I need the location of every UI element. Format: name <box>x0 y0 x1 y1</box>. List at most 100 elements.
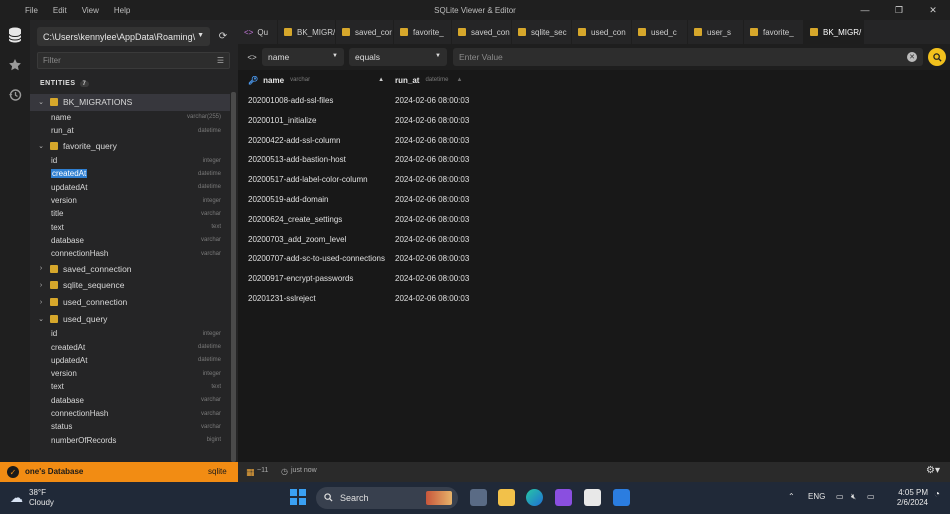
connection-select[interactable]: C:\Users\kennylee\AppData\Roaming\ ▼ <box>37 27 210 46</box>
sqlite-viewer-icon[interactable] <box>613 489 630 506</box>
file-explorer-icon[interactable] <box>498 489 515 506</box>
tab-table[interactable]: favorite_ <box>394 20 452 44</box>
gear-icon[interactable]: ⚙▾ <box>926 465 940 476</box>
cell-run-at[interactable]: 2024-02-06 08:00:03 <box>395 294 469 303</box>
sort-asc-icon[interactable]: ▲ <box>378 77 384 83</box>
close-window-button[interactable]: ✕ <box>916 0 950 20</box>
tab-table[interactable]: user_s <box>688 20 744 44</box>
column-header-name[interactable]: 🔑︎ name varchar ▲ <box>248 70 384 90</box>
taskbar-search[interactable]: Search <box>316 487 458 509</box>
chevron-down-icon[interactable]: ⌄ <box>36 98 46 106</box>
tree-column-item[interactable]: id integer <box>30 327 230 340</box>
tree-column-item[interactable]: version integer <box>30 194 230 207</box>
tree-column-item[interactable]: createdAt datetime <box>30 340 230 353</box>
filter-icon[interactable]: ☰ <box>217 56 224 65</box>
cell-name[interactable]: 20200101_initialize <box>248 116 317 125</box>
tab-table[interactable]: favorite_ <box>744 20 804 44</box>
tab-query[interactable]: <> Qu <box>238 20 278 44</box>
battery-icon[interactable]: ▭ <box>867 492 875 501</box>
restore-button[interactable]: ❐ <box>882 0 916 20</box>
clear-icon[interactable]: ✕ <box>907 52 917 62</box>
tree-column-item[interactable]: name varchar(255) <box>30 111 230 124</box>
table-row[interactable]: 202001008-add-ssl-files 2024-02-06 08:00:… <box>238 91 950 111</box>
chevron-right-icon[interactable]: › <box>36 282 46 289</box>
chevron-right-icon[interactable]: › <box>36 265 46 272</box>
tree-column-item[interactable]: numberOfRecords bigint <box>30 433 230 446</box>
task-view-icon[interactable] <box>470 489 487 506</box>
windows-start-icon[interactable] <box>290 489 306 505</box>
cell-name[interactable]: 20200422-add-ssl-column <box>248 136 341 145</box>
tree-column-item[interactable]: text text <box>30 380 230 393</box>
tree-column-item[interactable]: updatedAt datetime <box>30 354 230 367</box>
filter-input[interactable]: Filter ☰ <box>37 52 230 69</box>
tree-column-item[interactable]: id integer <box>30 154 230 167</box>
menu-view[interactable]: View <box>82 6 99 15</box>
chevron-down-icon[interactable]: ⌄ <box>36 315 46 323</box>
tree-table-item[interactable]: › used_connection <box>30 294 230 311</box>
tree-column-item[interactable]: database varchar <box>30 234 230 247</box>
column-header-run-at[interactable]: run_at datetime ▲ <box>395 70 462 90</box>
cell-run-at[interactable]: 2024-02-06 08:00:03 <box>395 116 469 125</box>
store-icon[interactable] <box>584 489 601 506</box>
tree-table-item[interactable]: ⌄ favorite_query <box>30 137 230 154</box>
cell-run-at[interactable]: 2024-02-06 08:00:03 <box>395 155 469 164</box>
operator-select[interactable]: equals ▼ <box>349 48 447 66</box>
cell-run-at[interactable]: 2024-02-06 08:00:03 <box>395 175 469 184</box>
cell-name[interactable]: 20200624_create_settings <box>248 215 342 224</box>
tree-column-item[interactable]: text text <box>30 220 230 233</box>
filter-value-input[interactable]: Enter Value ✕ <box>453 48 923 66</box>
chevron-down-icon[interactable]: ⌄ <box>36 142 46 150</box>
cell-run-at[interactable]: 2024-02-06 08:00:03 <box>395 215 469 224</box>
table-row[interactable]: 20200703_add_zoom_level 2024-02-06 08:00:… <box>238 230 950 250</box>
cell-name[interactable]: 20200707-add-sc-to-used-connections <box>248 254 385 263</box>
star-icon[interactable] <box>0 50 30 80</box>
minimize-button[interactable]: — <box>848 0 882 20</box>
table-row[interactable]: 20200917-encrypt-passwords 2024-02-06 08:… <box>238 269 950 289</box>
taskbar-clock[interactable]: 4:05 PM 2/6/2024 <box>888 488 928 508</box>
cell-name[interactable]: 20200513-add-bastion-host <box>248 155 346 164</box>
cell-name[interactable]: 20201231-sslreject <box>248 294 316 303</box>
refresh-icon[interactable]: ⟳ <box>216 29 230 43</box>
tree-table-item[interactable]: › sqlite_sequence <box>30 277 230 294</box>
tab-table[interactable]: used_c <box>632 20 688 44</box>
code-toggle-icon[interactable]: <> <box>245 50 259 64</box>
visual-studio-icon[interactable] <box>555 489 572 506</box>
status-connection[interactable]: ✓ one's Database sqlite <box>0 462 238 482</box>
menu-help[interactable]: Help <box>114 6 130 15</box>
chevron-up-icon[interactable]: ⌃ <box>788 492 795 501</box>
chevron-right-icon[interactable]: › <box>36 299 46 306</box>
tree-table-item[interactable]: ⌄ BK_MIGRATIONS <box>30 94 230 111</box>
cell-name[interactable]: 202001008-add-ssl-files <box>248 96 333 105</box>
sort-asc-icon[interactable]: ▲ <box>456 77 462 83</box>
table-row[interactable]: 20200519-add-domain 2024-02-06 08:00:03 <box>238 190 950 210</box>
tab-table[interactable]: BK_MIGR/✕ <box>804 20 864 44</box>
history-icon[interactable] <box>0 80 30 110</box>
search-button[interactable] <box>928 48 946 66</box>
menu-edit[interactable]: Edit <box>53 6 67 15</box>
table-row[interactable]: 20201231-sslreject 2024-02-06 08:00:03 <box>238 289 950 309</box>
tab-table[interactable]: saved_con <box>452 20 512 44</box>
network-icon[interactable]: ▭ <box>836 492 844 501</box>
tree-column-item[interactable]: connectionHash varchar <box>30 247 230 260</box>
tab-table[interactable]: sqlite_sec <box>512 20 572 44</box>
tab-table[interactable]: used_con <box>572 20 632 44</box>
tab-table[interactable]: BK_MIGR/ <box>278 20 336 44</box>
tree-table-item[interactable]: › saved_connection <box>30 260 230 277</box>
database-icon[interactable] <box>0 20 30 50</box>
cell-name[interactable]: 20200703_add_zoom_level <box>248 235 346 244</box>
tree-column-item[interactable]: run_at datetime <box>30 124 230 137</box>
tree-column-item[interactable]: status varchar <box>30 420 230 433</box>
weather-widget[interactable]: ☁ 38°F Cloudy <box>10 488 54 508</box>
tab-table[interactable]: saved_cor <box>336 20 394 44</box>
language-indicator[interactable]: ENG <box>808 492 825 501</box>
table-row[interactable]: 20200624_create_settings 2024-02-06 08:00… <box>238 210 950 230</box>
cell-run-at[interactable]: 2024-02-06 08:00:03 <box>395 136 469 145</box>
table-row[interactable]: 20200707-add-sc-to-used-connections 2024-… <box>238 249 950 269</box>
column-select[interactable]: name ▼ <box>262 48 344 66</box>
menu-file[interactable]: File <box>25 6 38 15</box>
cell-run-at[interactable]: 2024-02-06 08:00:03 <box>395 274 469 283</box>
tree-column-item[interactable]: title varchar <box>30 207 230 220</box>
cell-name[interactable]: 20200519-add-domain <box>248 195 329 204</box>
table-row[interactable]: 20200513-add-bastion-host 2024-02-06 08:0… <box>238 150 950 170</box>
cell-run-at[interactable]: 2024-02-06 08:00:03 <box>395 254 469 263</box>
